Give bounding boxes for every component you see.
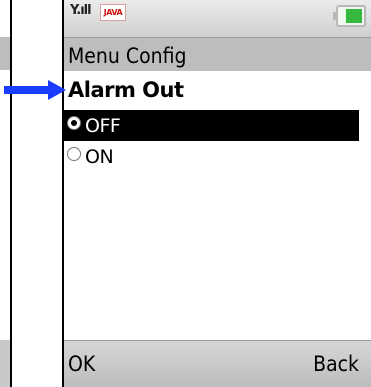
option-label: ON	[85, 146, 114, 168]
softkey-bar: OK Back	[64, 340, 371, 387]
setting-header: Alarm Out	[68, 78, 184, 102]
page-title: Menu Config	[68, 44, 187, 68]
adjacent-phone-fragment	[0, 0, 12, 387]
title-bar: Menu Config	[64, 37, 371, 71]
option-off[interactable]: OFF	[64, 110, 359, 141]
battery-icon	[333, 5, 366, 27]
adjacent-softkey-bar	[0, 340, 10, 387]
signal-strength-icon: Y.ıll	[70, 3, 92, 18]
option-on[interactable]: ON	[64, 141, 359, 172]
radio-selected-icon[interactable]	[67, 116, 81, 130]
option-label: OFF	[85, 115, 121, 137]
status-bar: Y.ıll JAVA	[64, 0, 371, 37]
radio-unselected-icon[interactable]	[67, 147, 81, 161]
back-softkey[interactable]: Back	[313, 352, 359, 376]
adjacent-title-bar	[0, 37, 10, 70]
right-arrow-icon	[4, 80, 66, 100]
java-logo: JAVA	[100, 4, 126, 21]
phone-screen: Y.ıll JAVA Menu Config Alarm Out OFF ON …	[62, 0, 371, 387]
ok-softkey[interactable]: OK	[68, 352, 95, 376]
